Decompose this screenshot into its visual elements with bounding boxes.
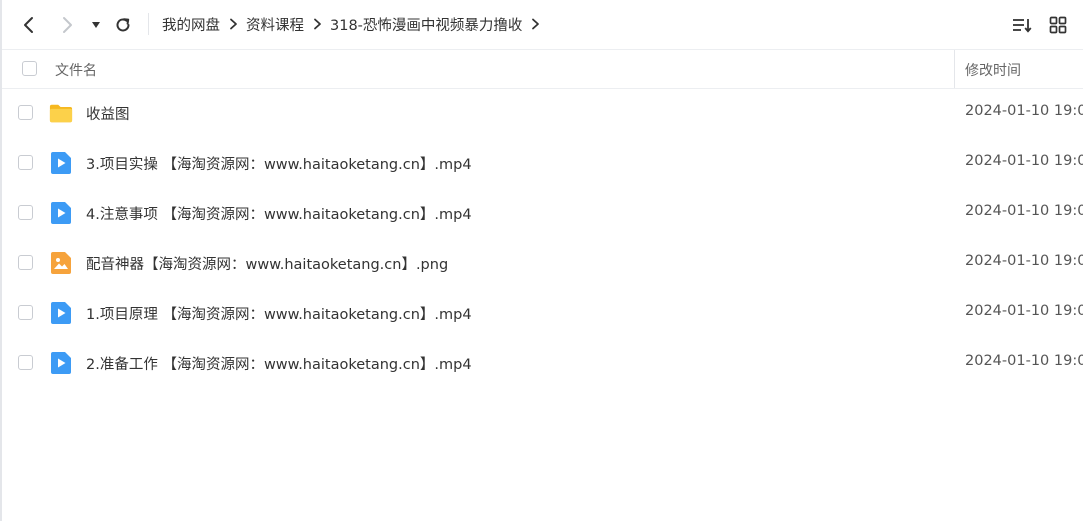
history-dropdown-button[interactable] xyxy=(86,12,106,38)
breadcrumb-item-my-drive[interactable]: 我的网盘 xyxy=(162,14,220,35)
toolbar-divider xyxy=(148,13,149,35)
file-row[interactable]: 2.准备工作 【海淘资源网：www.haitaoketang.cn】.mp4 2… xyxy=(2,338,1083,388)
refresh-icon xyxy=(116,18,130,32)
breadcrumb-item-course-materials[interactable]: 资料课程 xyxy=(246,14,304,35)
row-checkbox[interactable] xyxy=(18,155,33,170)
file-name[interactable]: 2.准备工作 【海淘资源网：www.haitaoketang.cn】.mp4 xyxy=(86,353,472,374)
file-list-header: 文件名 修改时间 xyxy=(2,49,1083,89)
chevron-left-icon xyxy=(24,17,33,33)
file-row[interactable]: 收益图 2024-01-10 19:0 xyxy=(2,88,1083,138)
refresh-button[interactable] xyxy=(110,12,136,38)
column-divider[interactable] xyxy=(954,50,955,88)
file-name[interactable]: 4.注意事项 【海淘资源网：www.haitaoketang.cn】.mp4 xyxy=(86,203,472,224)
toolbar: 我的网盘 资料课程 318-恐怖漫画中视频暴力撸收 xyxy=(2,0,1083,49)
breadcrumb: 我的网盘 资料课程 318-恐怖漫画中视频暴力撸收 xyxy=(162,13,548,35)
file-row[interactable]: 4.注意事项 【海淘资源网：www.haitaoketang.cn】.mp4 2… xyxy=(2,188,1083,238)
file-row[interactable]: 3.项目实操 【海淘资源网：www.haitaoketang.cn】.mp4 2… xyxy=(2,138,1083,188)
file-name[interactable]: 1.项目原理 【海淘资源网：www.haitaoketang.cn】.mp4 xyxy=(86,303,472,324)
chevron-right-icon xyxy=(220,18,246,30)
file-row[interactable]: 配音神器【海淘资源网：www.haitaoketang.cn】.png 2024… xyxy=(2,238,1083,288)
caret-down-icon xyxy=(92,22,100,28)
row-checkbox[interactable] xyxy=(18,305,33,320)
file-name[interactable]: 3.项目实操 【海淘资源网：www.haitaoketang.cn】.mp4 xyxy=(86,153,472,174)
file-modified-time: 2024-01-10 19:0 xyxy=(965,203,1083,219)
chevron-right-icon xyxy=(63,17,72,33)
video-file-icon xyxy=(49,151,73,175)
breadcrumb-item-current-folder[interactable]: 318-恐怖漫画中视频暴力撸收 xyxy=(330,14,522,35)
file-name[interactable]: 配音神器【海淘资源网：www.haitaoketang.cn】.png xyxy=(86,253,448,274)
chevron-right-icon xyxy=(304,18,330,30)
chevron-right-icon xyxy=(522,18,548,30)
grid-view-button[interactable] xyxy=(1046,13,1070,37)
column-header-modified[interactable]: 修改时间 xyxy=(965,60,1021,80)
file-modified-time: 2024-01-10 19:0 xyxy=(965,103,1083,119)
forward-button[interactable] xyxy=(54,12,80,38)
video-file-icon xyxy=(49,301,73,325)
file-modified-time: 2024-01-10 19:0 xyxy=(965,153,1083,169)
row-checkbox[interactable] xyxy=(18,355,33,370)
grid-icon xyxy=(1049,16,1067,34)
row-checkbox[interactable] xyxy=(18,255,33,270)
sort-button[interactable] xyxy=(1010,13,1034,37)
select-all-checkbox[interactable] xyxy=(22,61,37,76)
file-name[interactable]: 收益图 xyxy=(86,103,130,124)
row-checkbox[interactable] xyxy=(18,105,33,120)
sort-icon xyxy=(1013,19,1032,33)
row-checkbox[interactable] xyxy=(18,205,33,220)
back-button[interactable] xyxy=(16,12,42,38)
image-file-icon xyxy=(49,251,73,275)
video-file-icon xyxy=(49,201,73,225)
file-modified-time: 2024-01-10 19:0 xyxy=(965,353,1083,369)
folder-icon xyxy=(49,101,73,125)
file-list: 收益图 2024-01-10 19:0 3.项目实操 【海淘资源网：www.ha… xyxy=(2,88,1083,388)
column-header-name[interactable]: 文件名 xyxy=(55,60,97,80)
file-modified-time: 2024-01-10 19:0 xyxy=(965,303,1083,319)
file-row[interactable]: 1.项目原理 【海淘资源网：www.haitaoketang.cn】.mp4 2… xyxy=(2,288,1083,338)
video-file-icon xyxy=(49,351,73,375)
file-modified-time: 2024-01-10 19:0 xyxy=(965,253,1083,269)
